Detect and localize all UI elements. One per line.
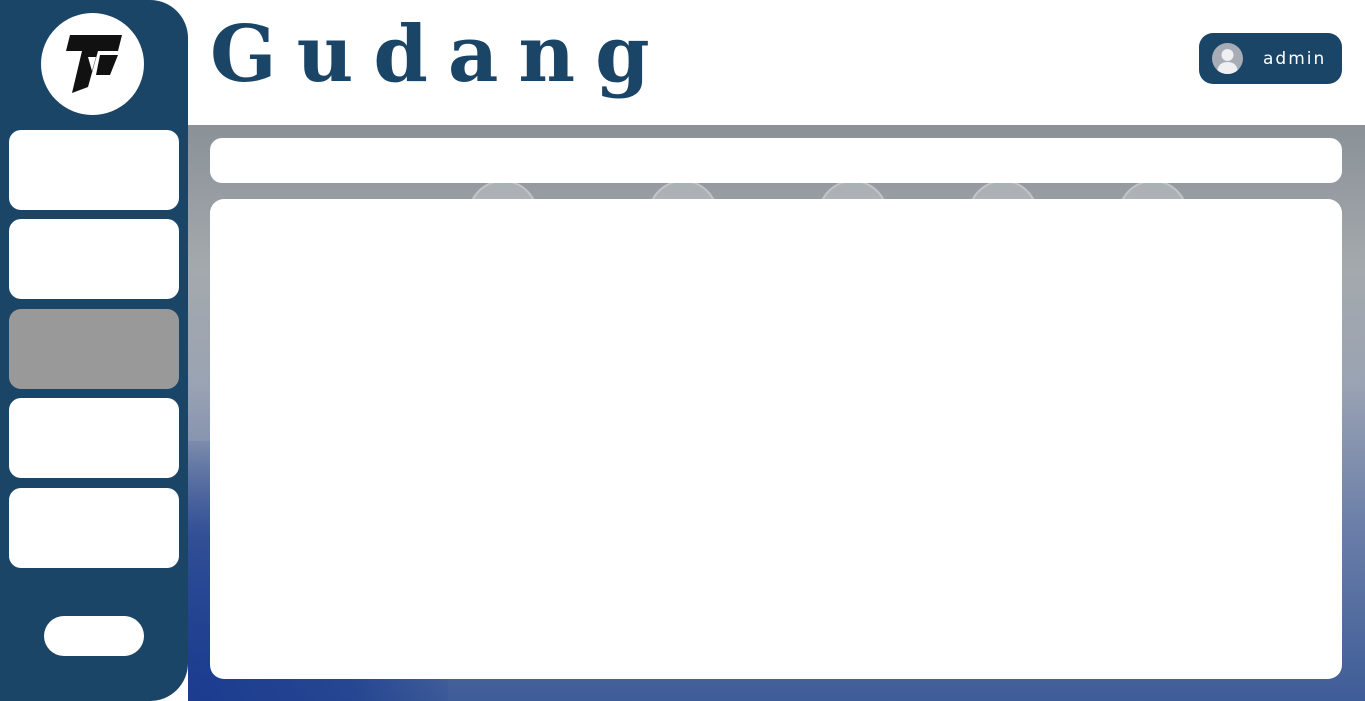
sidebar-item-3-active[interactable] (9, 309, 179, 389)
sidebar (0, 0, 188, 701)
page-title: Gudang (210, 9, 670, 100)
sidebar-item-2[interactable] (9, 219, 179, 299)
sidebar-item-5[interactable] (9, 488, 179, 568)
sidebar-item-1[interactable] (9, 130, 179, 210)
username-label: admin (1263, 48, 1327, 69)
main-content-panel (210, 199, 1342, 679)
logout-button[interactable] (44, 616, 144, 656)
toolbar-panel (210, 138, 1342, 183)
user-menu-button[interactable]: admin (1199, 33, 1342, 84)
tp-logo-icon[interactable] (41, 13, 144, 115)
sidebar-item-4[interactable] (9, 398, 179, 478)
user-avatar-icon (1212, 43, 1243, 74)
